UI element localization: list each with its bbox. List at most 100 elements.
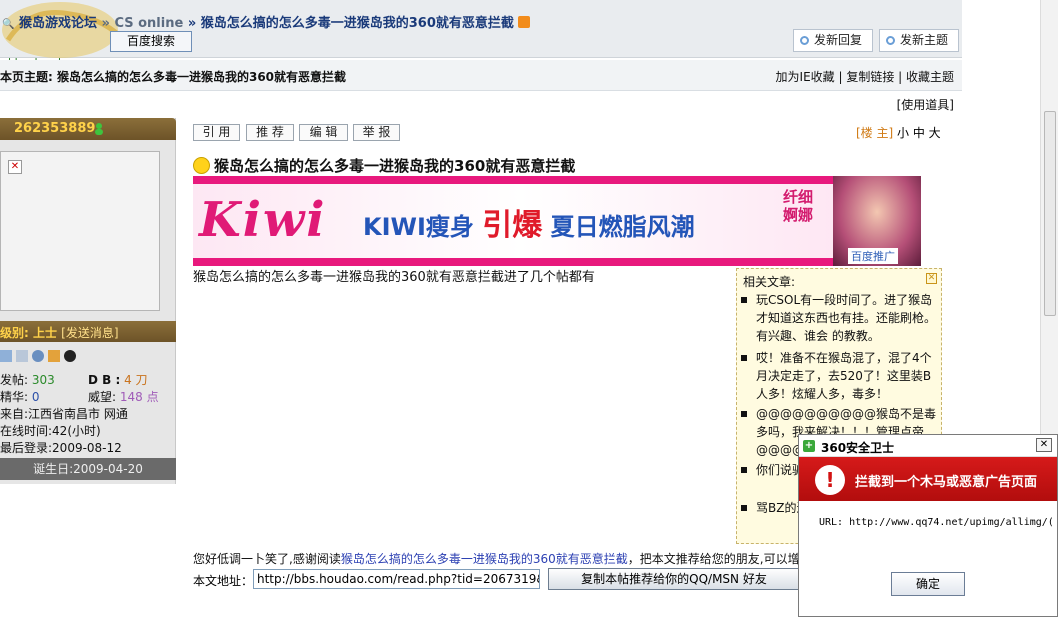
user-header: 262353889 [0, 118, 176, 140]
ad-banner[interactable]: Kiwi KIWI瘦身 引爆 夏日燃脂风潮 纤细婀娜 百度推广 [193, 176, 921, 266]
recommend-button[interactable]: 推 荐 [246, 124, 294, 141]
alert-banner: ! 拦截到一个木马或恶意广告页面 [799, 457, 1057, 501]
bullet-icon [741, 297, 747, 303]
banner-text-a: KIWI瘦身 [363, 213, 474, 241]
username[interactable]: 262353889 [14, 121, 95, 136]
banner-stripe-bottom [193, 258, 921, 266]
banner-headline: KIWI瘦身 引爆 夏日燃脂风潮 [363, 200, 695, 244]
share-text-post: ，把本文推荐给您的朋友,可以增加 [627, 552, 812, 566]
floor-label: [楼 主] [856, 126, 894, 140]
share-text: 您好低调一卜笑了,感谢阅读猴岛怎么搞的怎么多毒一进猴岛我的360就有恶意拦截，把… [193, 550, 812, 567]
share-text-pre: 您好低调一卜笑了,感谢阅读 [193, 552, 341, 566]
subject-bar: 本页主题: 猴岛怎么搞的怎么多毒一进猴岛我的360就有恶意拦截 加为IE收藏 |… [0, 60, 962, 91]
elite-label: 精华: [0, 390, 29, 404]
user-action-icons [0, 348, 80, 364]
avatar: ✕ [0, 151, 160, 311]
banner-text-b: 引爆 [482, 208, 543, 243]
copy-recommend-button[interactable]: 复制本帖推荐给你的QQ/MSN 好友 [548, 568, 800, 590]
popup-header: + 360安全卫士 ✕ [799, 435, 1057, 457]
related-item[interactable]: 玩CSOL有一段时间了。进了猴岛才知道这东西也有挂。还能刷枪。有兴趣、谁会 的教… [740, 291, 940, 345]
db-stat: D B : 4 刀 [88, 371, 148, 388]
breadcrumb-forum[interactable]: 猴岛游戏论坛 [19, 16, 97, 31]
prestige-value: 148 点 [119, 390, 159, 404]
send-message-link[interactable]: [发送消息] [61, 326, 118, 340]
elite-stat: 精华: 0 [0, 388, 40, 405]
edit-button[interactable]: 编 辑 [299, 124, 348, 141]
share-link[interactable]: 猴岛怎么搞的怎么多毒一进猴岛我的360就有恶意拦截 [341, 552, 628, 566]
related-item[interactable]: 哎！准备不在猴岛混了，混了4个月决定走了，去520了！这里装B人多！炫耀人多，毒… [740, 349, 940, 403]
security-alert-popup: + 360安全卫士 ✕ ! 拦截到一个木马或恶意广告页面 URL: http:/… [798, 434, 1058, 617]
address-label: 本文地址： [193, 574, 254, 588]
reply-icon [800, 36, 809, 45]
email-icon[interactable] [48, 349, 60, 362]
close-icon[interactable]: ✕ [926, 273, 937, 284]
last-login: 最后登录:2009-08-12 [0, 441, 122, 455]
posts-stat: 发帖: 303 [0, 371, 55, 388]
scrollbar-thumb[interactable] [1044, 111, 1056, 316]
related-title: 相关文章: [743, 275, 796, 289]
bullet-icon [741, 355, 747, 361]
font-size-switch[interactable]: 小 中 大 [897, 126, 941, 140]
new-reply-button[interactable]: 发新回复 [793, 29, 873, 52]
related-item-text: 哎！准备不在猴岛混了，混了4个月决定走了，去520了！这里装B人多！炫耀人多，毒… [756, 351, 932, 401]
bullet-icon [741, 411, 747, 417]
user-rank: 级别: 上士 [0, 326, 57, 340]
baidu-ad-tag[interactable]: 百度推广 [848, 248, 898, 264]
qq-icon[interactable] [64, 349, 76, 362]
elite-value: 0 [31, 390, 40, 404]
post-title-text: 猴岛怎么搞的怎么多毒一进猴岛我的360就有恶意拦截 [214, 157, 576, 175]
broken-image-icon: ✕ [8, 160, 22, 174]
tools-row: [使用道具] [0, 92, 962, 114]
new-topic-icon [886, 36, 895, 45]
breadcrumb-sep: » [183, 16, 201, 31]
breadcrumb-sep: » [97, 16, 115, 31]
banner-stripe-top [193, 176, 921, 184]
thread-links[interactable]: 加为IE收藏 | 复制链接 | 收藏主题 [776, 68, 954, 85]
kiwi-logo: Kiwi [199, 192, 327, 248]
friend-icon[interactable] [32, 349, 44, 362]
new-reply-label: 发新回复 [814, 33, 863, 47]
prestige-stat: 威望: 148 点 [88, 388, 159, 405]
shield-plus-icon: + [803, 440, 815, 452]
bullet-icon [741, 505, 747, 511]
breadcrumb: 🔍 猴岛游戏论坛 » CS online » 猴岛怎么搞的怎么多毒一进猴岛我的3… [2, 12, 530, 31]
posts-icon[interactable] [16, 349, 28, 362]
blocked-url: URL: http://www.qq74.net/upimg/allimg/( [819, 517, 1054, 528]
address-field[interactable]: http://bbs.houdao.com/read.php?tid=20673… [253, 569, 540, 589]
warning-icon: ! [815, 465, 845, 495]
new-topic-label: 发新主题 [900, 33, 949, 47]
post-title: 猴岛怎么搞的怎么多毒一进猴岛我的360就有恶意拦截 [193, 155, 575, 176]
thread-subject: 本页主题: 猴岛怎么搞的怎么多毒一进猴岛我的360就有恶意拦截 [0, 70, 347, 84]
popup-title: 360安全卫士 [821, 441, 895, 455]
alert-message: 拦截到一个木马或恶意广告页面 [855, 475, 1038, 490]
bullet-icon [741, 467, 747, 473]
banner-side-text: 纤细婀娜 [783, 188, 814, 224]
post-body: 猴岛怎么搞的怎么多毒一进猴岛我的360就有恶意拦截进了几个帖都有 [193, 270, 595, 285]
close-icon[interactable]: ✕ [1036, 438, 1052, 452]
quote-button[interactable]: 引 用 [193, 124, 240, 141]
online-status-icon [95, 123, 103, 135]
ok-button[interactable]: 确定 [891, 572, 965, 596]
online-time: 在线时间:42(小时) [0, 424, 101, 438]
user-info-panel: 262353889 ✕ 级别: 上士 [发送消息] 发帖: 303 D B : … [0, 118, 176, 484]
posts-value: 303 [31, 373, 55, 387]
baidu-search-button[interactable]: 百度搜索 [110, 31, 192, 52]
rank-bar: 级别: 上士 [发送消息] [0, 321, 176, 342]
related-item-text: 玩CSOL有一段时间了。进了猴岛才知道这东西也有挂。还能刷枪。有兴趣、谁会 的教… [756, 293, 937, 343]
prestige-label: 威望: [88, 390, 117, 404]
breadcrumb-section[interactable]: CS online [114, 16, 183, 31]
search-icon: 🔍 [2, 19, 15, 30]
profile-icon[interactable] [0, 349, 12, 362]
rank-row: 级别: 上士 [发送消息] [0, 324, 119, 341]
rss-icon[interactable] [517, 16, 530, 28]
use-tools-link[interactable]: [使用道具] [897, 96, 954, 113]
birthday: 诞生日:2009-04-20 [0, 458, 176, 480]
db-label: D B : [88, 373, 121, 387]
smiley-icon [193, 157, 210, 174]
db-value: 4 刀 [124, 373, 148, 387]
new-topic-button[interactable]: 发新主题 [879, 29, 959, 52]
banner-text-c: 夏日燃脂风潮 [550, 213, 695, 241]
breadcrumb-thread[interactable]: 猴岛怎么搞的怎么多毒一进猴岛我的360就有恶意拦截 [201, 16, 514, 31]
report-button[interactable]: 举 报 [353, 124, 400, 141]
user-from: 来自:江西省南昌市 网通 [0, 407, 128, 421]
